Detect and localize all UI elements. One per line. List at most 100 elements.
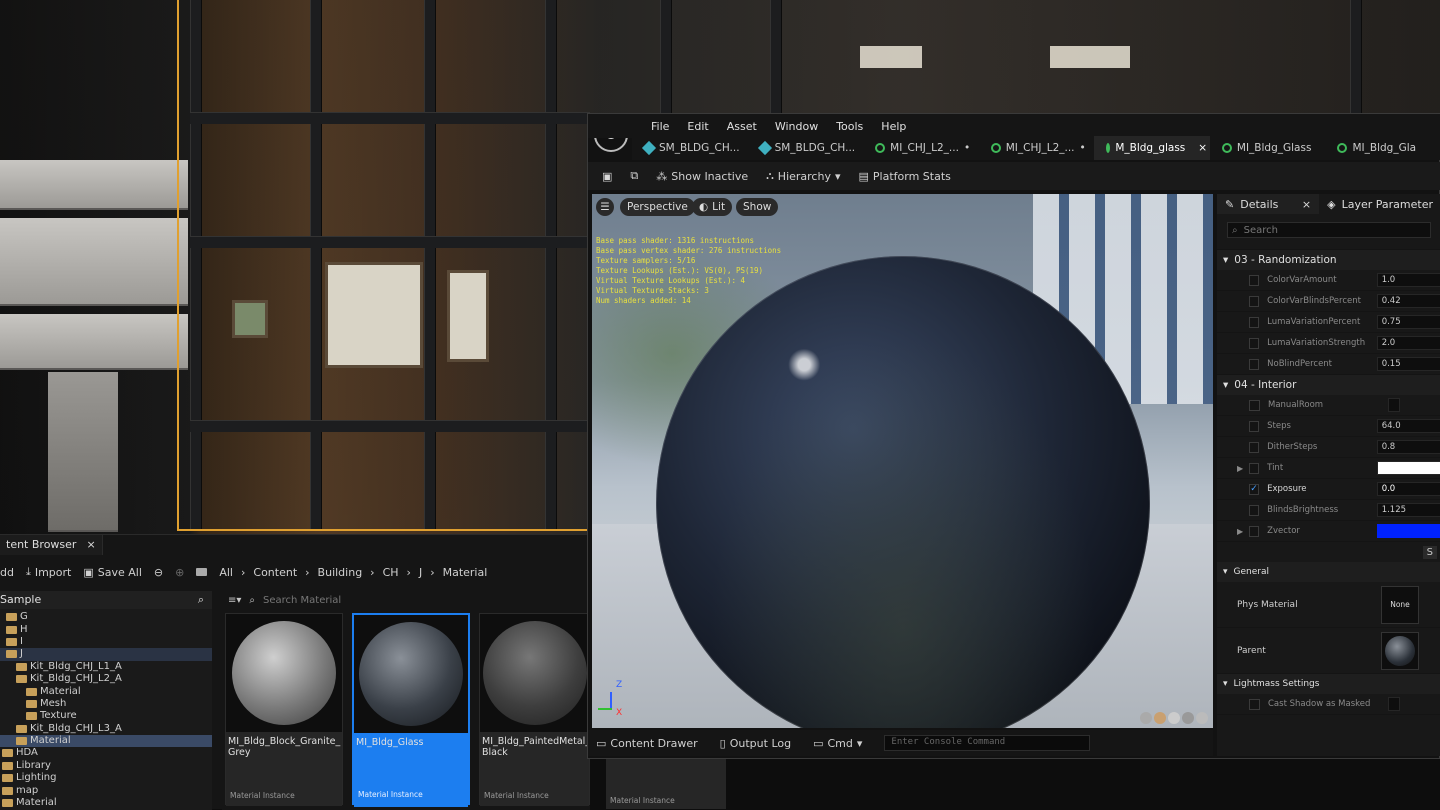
override-checkbox[interactable] [1249, 337, 1260, 349]
save-all-button[interactable]: ▣ Save All [83, 566, 142, 579]
override-checkbox[interactable] [1249, 274, 1260, 286]
save-icon[interactable]: ▣ [602, 170, 612, 183]
tab-sm-bldg-2[interactable]: SM_BLDG_CH... [748, 136, 864, 160]
breadcrumb-content[interactable]: Content [253, 566, 297, 579]
add-button[interactable]: dd [0, 566, 14, 579]
breadcrumb-ch[interactable]: CH [383, 566, 399, 579]
asset-tile[interactable]: MI_Bldg_PaintedMetal_ Black Material Ins… [479, 613, 590, 806]
import-button[interactable]: ⤓ Import [26, 565, 71, 579]
tree-item[interactable]: map [0, 784, 212, 796]
tree-item[interactable]: Texture [0, 710, 212, 722]
category-interior[interactable]: ▾ 04 - Interior [1217, 375, 1440, 395]
console-input[interactable]: Enter Console Command [884, 735, 1091, 751]
tree-item-selected[interactable]: Material [0, 734, 212, 748]
override-checkbox[interactable] [1249, 420, 1260, 432]
close-icon[interactable]: × [86, 538, 95, 552]
perspective-button[interactable]: Perspective [620, 198, 695, 216]
details-search-input[interactable]: ⌕ Search [1227, 222, 1431, 238]
tree-item[interactable]: Library [0, 760, 212, 772]
sphere-icon[interactable] [1154, 712, 1166, 724]
override-checkbox[interactable] [1249, 295, 1260, 307]
category-randomization[interactable]: ▾ 03 - Randomization [1217, 250, 1440, 270]
override-checkbox[interactable] [1249, 358, 1260, 370]
param-value[interactable]: 0.75 [1376, 315, 1440, 329]
save-button[interactable]: S [1422, 545, 1437, 559]
platform-stats-button[interactable]: ▤ Platform Stats [859, 170, 951, 183]
param-checkbox[interactable] [1388, 697, 1400, 711]
asset-tile-selected[interactable]: MI_Bldg_Glass Material Instance [352, 613, 470, 807]
history-forward-icon[interactable]: ⊕ [175, 566, 184, 579]
show-button[interactable]: Show [736, 198, 779, 216]
tab-mi-chj-2[interactable]: MI_CHJ_L2_... • [979, 136, 1095, 160]
menu-file[interactable]: File [642, 120, 678, 133]
parent-thumbnail[interactable] [1381, 631, 1419, 670]
tree-item[interactable]: Kit_Bldg_CHJ_L1_A [0, 661, 212, 673]
param-value[interactable]: 0.0 [1376, 482, 1440, 496]
close-icon[interactable]: × [1198, 142, 1207, 154]
tab-details[interactable]: ✎ Details × [1217, 194, 1320, 214]
filter-icon[interactable]: ≡▾ [228, 595, 241, 606]
override-checkbox[interactable] [1249, 316, 1260, 328]
param-checkbox[interactable] [1388, 398, 1400, 412]
breadcrumb-building[interactable]: Building [318, 566, 363, 579]
menu-asset[interactable]: Asset [718, 120, 766, 133]
tree-item[interactable]: Kit_Bldg_CHJ_L2_A [0, 673, 212, 685]
tab-mi-bldg-gla[interactable]: MI_Bldg_Gla [1325, 136, 1440, 160]
tree-item[interactable]: G [0, 611, 212, 623]
param-value[interactable]: 2.0 [1376, 336, 1440, 350]
override-checkbox-checked[interactable]: ✓ [1249, 483, 1260, 495]
asset-picker-thumbnail[interactable]: None [1381, 585, 1419, 624]
tab-mi-chj-1[interactable]: MI_CHJ_L2_... • [863, 136, 979, 160]
history-back-icon[interactable]: ⊖ [154, 566, 163, 579]
param-value[interactable]: 1.0 [1376, 273, 1440, 287]
override-checkbox[interactable] [1249, 504, 1260, 516]
menu-window[interactable]: Window [766, 120, 827, 133]
tree-item[interactable]: HDA [0, 747, 212, 759]
menu-edit[interactable]: Edit [678, 120, 717, 133]
breadcrumb-j[interactable]: J [419, 566, 422, 579]
plane-icon[interactable] [1168, 712, 1180, 724]
tree-item[interactable]: J [0, 648, 212, 661]
override-checkbox[interactable] [1249, 441, 1260, 453]
override-checkbox[interactable] [1249, 462, 1260, 474]
color-swatch-zvector[interactable] [1376, 524, 1440, 538]
tree-item[interactable]: Kit_Bldg_CHJ_L3_A [0, 723, 212, 735]
category-general[interactable]: ▾ General [1217, 562, 1440, 582]
show-inactive-button[interactable]: ⁂ Show Inactive [656, 170, 748, 183]
cylinder-icon[interactable] [1140, 712, 1152, 724]
color-swatch-tint[interactable] [1376, 461, 1440, 475]
tree-item[interactable]: Lighting [0, 772, 212, 784]
output-log-button[interactable]: ▯ Output Log [720, 737, 791, 750]
tab-sm-bldg-1[interactable]: SM_BLDG_CH... [632, 136, 748, 160]
viewport-menu-icon[interactable]: ☰ [596, 198, 614, 216]
content-browser-tab[interactable]: tent Browser × [0, 535, 103, 555]
chevron-right-icon[interactable]: ▶ [1237, 527, 1243, 536]
asset-tile[interactable]: Material Instance [606, 759, 726, 809]
category-lightmass[interactable]: ▾ Lightmass Settings [1217, 674, 1440, 694]
override-checkbox[interactable] [1249, 698, 1260, 710]
search-icon[interactable]: ⌕ [198, 593, 204, 607]
hierarchy-button[interactable]: ⛬ Hierarchy ▾ [766, 169, 840, 183]
browse-icon[interactable]: ⧉ [630, 169, 638, 183]
asset-tile[interactable]: MI_Bldg_Block_Granite_ Grey Material Ins… [225, 613, 343, 806]
close-icon[interactable]: × [1302, 198, 1311, 211]
tree-item[interactable]: Mesh [0, 698, 212, 710]
tab-mi-bldg-glass[interactable]: MI_Bldg_Glass [1210, 136, 1326, 160]
tab-m-bldg-glass[interactable]: M_Bldg_glass × [1094, 136, 1210, 160]
teapot-icon[interactable] [1196, 712, 1208, 724]
tree-item[interactable]: Material [0, 685, 212, 697]
param-value[interactable]: 0.8 [1376, 440, 1440, 454]
menu-tools[interactable]: Tools [827, 120, 872, 133]
asset-search-input[interactable]: Search Material [263, 595, 341, 606]
override-checkbox[interactable] [1249, 525, 1260, 537]
cube-icon[interactable] [1182, 712, 1194, 724]
cmd-dropdown[interactable]: ▭ Cmd ▾ [813, 737, 862, 750]
override-checkbox[interactable] [1249, 399, 1260, 411]
tree-item[interactable]: I [0, 636, 212, 648]
chevron-right-icon[interactable]: ▶ [1237, 464, 1243, 473]
lit-button[interactable]: ◐ Lit [692, 198, 733, 216]
tree-item[interactable]: Material [0, 797, 212, 809]
breadcrumb-material[interactable]: Material [443, 566, 488, 579]
menu-help[interactable]: Help [872, 120, 915, 133]
tree-item[interactable]: H [0, 623, 212, 635]
